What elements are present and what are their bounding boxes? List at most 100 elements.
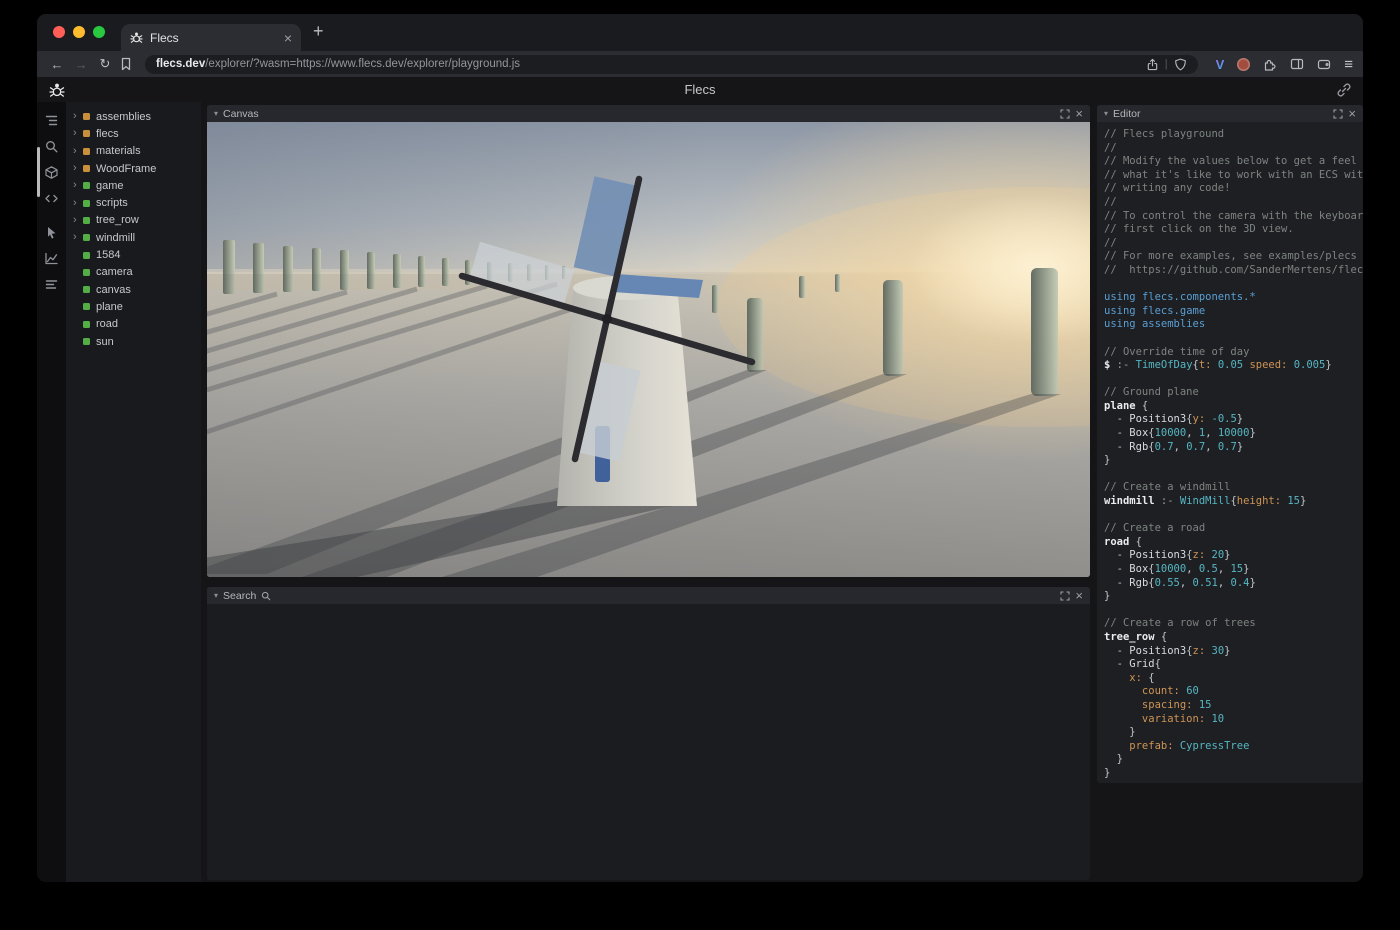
tree-item-label: camera	[96, 266, 133, 278]
tab-close-icon[interactable]: ×	[284, 31, 292, 45]
tree-item-tree_row[interactable]: › tree_row	[66, 212, 201, 229]
search-panel-header: ▾ Search	[207, 587, 1090, 604]
editor-close-icon[interactable]: ×	[1348, 107, 1356, 120]
tree-item-label: tree_row	[96, 214, 139, 226]
code-line: // For more examples, see examples/plecs…	[1104, 250, 1363, 264]
page-header: Flecs	[37, 77, 1363, 102]
expand-arrow-icon[interactable]: ›	[73, 111, 83, 122]
module-square-icon	[83, 148, 90, 155]
expand-arrow-icon[interactable]: ›	[73, 163, 83, 174]
tree-item-label: assemblies	[96, 111, 151, 123]
share-icon[interactable]	[1146, 58, 1159, 71]
tree-item-assemblies[interactable]: › assemblies	[66, 108, 201, 125]
tree-item-1584[interactable]: 1584	[66, 246, 201, 263]
module-square-icon	[83, 165, 90, 172]
expand-arrow-icon[interactable]: ›	[73, 146, 83, 157]
new-tab-button[interactable]: +	[313, 21, 324, 42]
code-line: count: 60	[1104, 685, 1363, 699]
tree-item-plane[interactable]: plane	[66, 298, 201, 315]
expand-arrow-icon[interactable]: ›	[73, 215, 83, 226]
bookmark-icon[interactable]	[119, 57, 133, 71]
editor-code[interactable]: // Flecs playground//// Modify the value…	[1097, 122, 1363, 783]
inspector-icon[interactable]	[43, 224, 60, 241]
canvas-close-icon[interactable]: ×	[1075, 107, 1083, 120]
wallet-icon[interactable]	[1317, 57, 1331, 71]
search-fullscreen-icon[interactable]	[1060, 591, 1070, 601]
code-line: tree_row {	[1104, 631, 1363, 645]
canvas-3d-view[interactable]	[207, 122, 1090, 577]
canvas-panel-title: Canvas	[223, 108, 259, 120]
code-line: x: {	[1104, 672, 1363, 686]
tree-item-label: WoodFrame	[96, 163, 156, 175]
zoom-button[interactable]	[93, 26, 105, 38]
browser-window: Flecs × + ← → ↻ flecs.dev/explorer/?wasm…	[37, 14, 1363, 882]
code-line: using flecs.components.*	[1104, 291, 1363, 305]
code-line: - Rgb{0.55, 0.51, 0.4}	[1104, 577, 1363, 591]
tree-item-camera[interactable]: camera	[66, 264, 201, 281]
search-results-area[interactable]	[207, 604, 1090, 880]
menu-icon[interactable]: ≡	[1344, 57, 1353, 72]
collapse-arrow-icon[interactable]: ▾	[214, 592, 218, 600]
minimize-button[interactable]	[73, 26, 85, 38]
search-close-icon[interactable]: ×	[1075, 589, 1083, 602]
tree-item-label: materials	[96, 145, 141, 157]
expand-arrow-icon[interactable]: ›	[73, 180, 83, 191]
entity-square-icon	[83, 182, 90, 189]
entity-tree-icon[interactable]	[43, 112, 60, 129]
expand-arrow-icon[interactable]: ›	[73, 198, 83, 209]
entity-square-icon	[83, 234, 90, 241]
entity-square-icon	[83, 269, 90, 276]
tree-item-canvas[interactable]: canvas	[66, 281, 201, 298]
share-link-icon[interactable]	[1337, 83, 1351, 97]
expand-arrow-icon[interactable]: ›	[73, 128, 83, 139]
back-button[interactable]: ←	[47, 57, 67, 72]
brave-rewards-icon[interactable]: V	[1216, 57, 1225, 72]
tree-item-label: game	[96, 180, 124, 192]
extensions-puzzle-icon[interactable]	[1263, 57, 1277, 71]
collapse-arrow-icon[interactable]: ▾	[214, 110, 218, 118]
canvas-fullscreen-icon[interactable]	[1060, 109, 1070, 119]
sidebar-toggle-icon[interactable]	[1290, 57, 1304, 71]
tree-item-label: flecs	[96, 128, 119, 140]
tree-item-flecs[interactable]: › flecs	[66, 125, 201, 142]
search-icon[interactable]	[43, 138, 60, 155]
tree-item-WoodFrame[interactable]: › WoodFrame	[66, 160, 201, 177]
profile-avatar[interactable]	[1237, 58, 1250, 71]
entity-tree: › assemblies › flecs › materials › WoodFrame › ga…	[66, 102, 201, 882]
code-icon[interactable]	[43, 190, 60, 207]
code-line: }	[1104, 590, 1363, 604]
cube-icon[interactable]	[43, 164, 60, 181]
chart-icon[interactable]	[43, 250, 60, 267]
editor-fullscreen-icon[interactable]	[1333, 109, 1343, 119]
reload-button[interactable]: ↻	[95, 56, 115, 72]
browser-tab[interactable]: Flecs ×	[121, 24, 301, 51]
code-line: //	[1104, 196, 1363, 210]
collapse-arrow-icon[interactable]: ▾	[1104, 110, 1108, 118]
entity-square-icon	[83, 217, 90, 224]
tree-item-sun[interactable]: sun	[66, 333, 201, 350]
url-domain: flecs.dev	[156, 58, 205, 70]
address-bar[interactable]: flecs.dev/explorer/?wasm=https://www.fle…	[145, 55, 1198, 74]
shield-icon[interactable]	[1174, 58, 1187, 71]
expand-arrow-icon[interactable]: ›	[73, 232, 83, 243]
forward-button[interactable]: →	[71, 57, 91, 72]
code-line	[1104, 373, 1363, 387]
code-line: - Position3{z: 20}	[1104, 549, 1363, 563]
code-line: prefab: CypressTree	[1104, 740, 1363, 754]
module-square-icon	[83, 113, 90, 120]
desktop-background: Flecs × + ← → ↻ flecs.dev/explorer/?wasm…	[0, 0, 1400, 930]
code-line: - Box{10000, 1, 10000}	[1104, 427, 1363, 441]
canvas-panel: ▾ Canvas ×	[207, 105, 1090, 577]
tree-item-windmill[interactable]: ›windmill	[66, 229, 201, 246]
code-line: // Create a row of trees	[1104, 617, 1363, 631]
close-button[interactable]	[53, 26, 65, 38]
tree-item-game[interactable]: › game	[66, 177, 201, 194]
tree-item-materials[interactable]: › materials	[66, 143, 201, 160]
tab-title: Flecs	[150, 31, 179, 45]
code-line: windmill :- WindMill{height: 15}	[1104, 495, 1363, 509]
tree-item-road[interactable]: road	[66, 316, 201, 333]
search-magnifier-icon	[261, 591, 271, 601]
canvas-3d-scene	[207, 122, 1090, 577]
stats-icon[interactable]	[43, 276, 60, 293]
tree-item-scripts[interactable]: ›scripts	[66, 194, 201, 211]
